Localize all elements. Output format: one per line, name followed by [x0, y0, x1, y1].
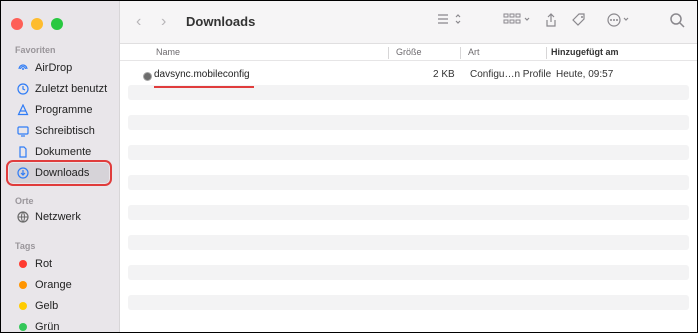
- tag-yellow[interactable]: Gelb: [9, 296, 109, 316]
- tag-dot-green-icon: [19, 323, 27, 331]
- sidebar-item-desktop[interactable]: Schreibtisch: [9, 121, 109, 141]
- column-separator[interactable]: [546, 47, 547, 59]
- minimize-button[interactable]: [31, 18, 43, 30]
- file-kind: Configu…n Profile: [470, 69, 552, 80]
- file-list: Name Größe Art Hinzugefügt am davsync.mo…: [120, 44, 697, 332]
- sidebar-item-downloads[interactable]: Downloads: [6, 160, 112, 186]
- share-icon[interactable]: [544, 12, 558, 28]
- column-name[interactable]: Name: [156, 47, 180, 57]
- apps-icon: [17, 104, 29, 116]
- sidebar-item-label: Rot: [35, 258, 53, 270]
- tag-orange[interactable]: Orange: [9, 275, 109, 295]
- column-header: Name Größe Art Hinzugefügt am: [120, 44, 697, 61]
- column-size[interactable]: Größe: [396, 47, 422, 57]
- more-actions-icon[interactable]: [606, 12, 636, 28]
- sidebar-section-favorites: Favoriten: [15, 45, 56, 55]
- clock-icon: [17, 83, 29, 95]
- file-row-davsync[interactable]: davsync.mobileconfig 2 KB Configu…n Prof…: [128, 65, 689, 88]
- table-row: [128, 205, 689, 220]
- tag-green[interactable]: Grün: [9, 317, 109, 333]
- toolbar: ‹ › Downloads: [120, 1, 697, 44]
- tag-icon[interactable]: [571, 12, 587, 28]
- tag-dot-orange-icon: [19, 281, 27, 289]
- sidebar-item-airdrop[interactable]: AirDrop: [9, 58, 109, 78]
- window-controls: [11, 18, 63, 30]
- table-row: [128, 115, 689, 130]
- highlight-underline: [154, 86, 254, 88]
- table-row: [128, 175, 689, 190]
- group-icon[interactable]: [503, 12, 533, 26]
- airdrop-icon: [17, 62, 29, 74]
- close-button[interactable]: [11, 18, 23, 30]
- sidebar-item-label: Programme: [35, 104, 93, 116]
- zoom-button[interactable]: [51, 18, 63, 30]
- search-icon[interactable]: [669, 12, 685, 28]
- sidebar-item-label: Dokumente: [35, 146, 92, 158]
- table-row: [128, 145, 689, 160]
- table-row: [128, 220, 689, 235]
- sidebar-item-label: Schreibtisch: [35, 125, 95, 137]
- table-row: [128, 130, 689, 145]
- column-kind[interactable]: Art: [468, 47, 480, 57]
- config-file-icon: [143, 72, 152, 81]
- table-row: [128, 160, 689, 175]
- file-name: davsync.mobileconfig: [154, 69, 250, 80]
- table-row: [128, 295, 689, 310]
- tag-dot-red-icon: [19, 260, 27, 268]
- table-row: [128, 190, 689, 205]
- finder-window: Favoriten AirDrop Zuletzt benutzt Progra…: [0, 0, 698, 333]
- tag-dot-yellow-icon: [19, 302, 27, 310]
- sidebar-item-label: AirDrop: [35, 62, 73, 74]
- desktop-icon: [17, 125, 29, 137]
- forward-icon[interactable]: ›: [161, 13, 166, 31]
- sidebar-item-recent[interactable]: Zuletzt benutzt: [9, 79, 109, 99]
- list-view-icon[interactable]: [436, 12, 464, 26]
- tag-red[interactable]: Rot: [9, 254, 109, 274]
- table-row: [128, 235, 689, 250]
- sidebar-section-tags: Tags: [15, 241, 36, 251]
- window-title: Downloads: [186, 14, 256, 29]
- column-separator[interactable]: [460, 47, 461, 59]
- table-row: [128, 280, 689, 295]
- back-icon[interactable]: ‹: [136, 13, 141, 31]
- download-icon: [17, 167, 29, 179]
- sidebar-item-network[interactable]: Netzwerk: [9, 207, 109, 227]
- sidebar-item-label: Downloads: [35, 167, 90, 179]
- sidebar-item-label: Grün: [35, 321, 60, 333]
- table-row: [128, 100, 689, 115]
- column-date[interactable]: Hinzugefügt am: [551, 47, 619, 57]
- sidebar-item-label: Gelb: [35, 300, 59, 312]
- column-separator[interactable]: [388, 47, 389, 59]
- document-icon: [17, 146, 29, 158]
- sidebar-section-locations: Orte: [15, 196, 34, 206]
- sidebar-item-label: Orange: [35, 279, 72, 291]
- table-row: [128, 310, 689, 325]
- table-row: [128, 250, 689, 265]
- sidebar-item-documents[interactable]: Dokumente: [9, 142, 109, 162]
- sidebar-item-label: Zuletzt benutzt: [35, 83, 108, 95]
- sidebar-item-label: Netzwerk: [35, 211, 81, 223]
- sidebar: Favoriten AirDrop Zuletzt benutzt Progra…: [1, 1, 120, 332]
- network-icon: [17, 211, 29, 223]
- row-stripes: [128, 64, 689, 325]
- file-date: Heute, 09:57: [556, 69, 614, 80]
- table-row: [128, 265, 689, 280]
- sidebar-item-applications[interactable]: Programme: [9, 100, 109, 120]
- file-size: 2 KB: [433, 69, 455, 80]
